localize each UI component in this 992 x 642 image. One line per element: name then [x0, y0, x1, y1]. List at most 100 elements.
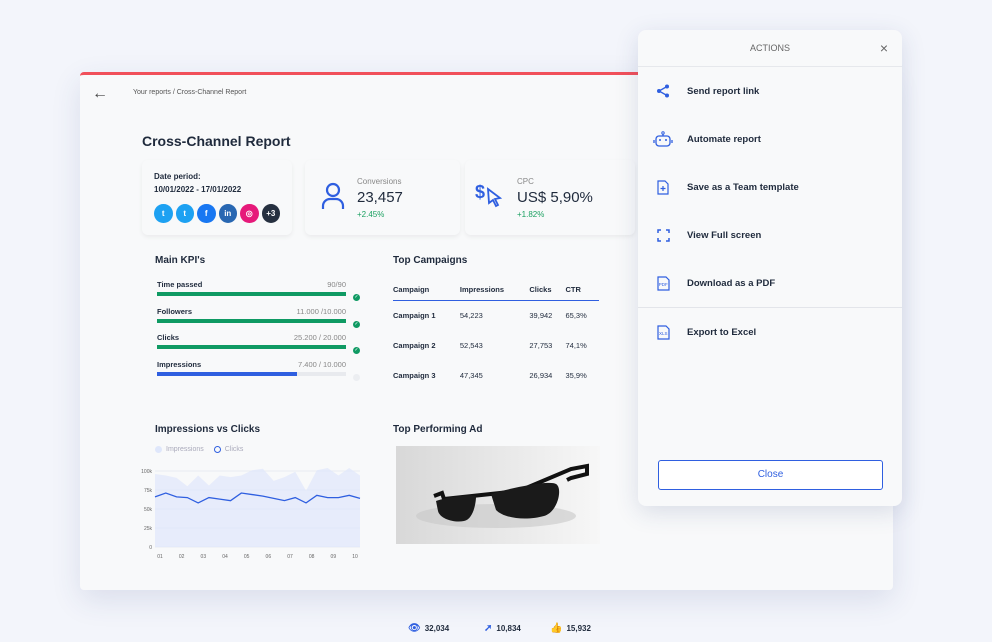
kpi-label: Clicks [157, 333, 180, 342]
action-label: Automate report [687, 133, 761, 145]
arrow-icon: ➚ [484, 623, 493, 634]
kpi-value: 23,457 [357, 189, 403, 206]
kpi-change: +1.82% [517, 210, 545, 219]
progress-fill [157, 318, 346, 323]
top-campaigns-title: Top Campaigns [393, 255, 468, 266]
column-header: Clicks [529, 280, 566, 301]
kpi-label: CPC [517, 177, 534, 186]
action-send-report-link[interactable]: Send report link [638, 71, 902, 111]
action-save-team-template[interactable]: Save as a Team template [638, 167, 902, 207]
kpi-label: Impressions [157, 359, 202, 369]
kpi-change: +2.45% [357, 210, 385, 219]
action-export-excel[interactable]: XLS Export to Excel [638, 312, 902, 352]
campaigns-table: Campaign Impressions Clicks CTR Campaign… [393, 280, 599, 390]
kpi-label: Followers [157, 306, 193, 316]
fullscreen-icon [656, 228, 670, 242]
actions-header: ACTIONS × [638, 30, 902, 67]
cell: Campaign 3 [393, 370, 436, 380]
likes-count: 15,932 [566, 624, 591, 633]
action-label: View Full screen [687, 229, 762, 241]
share-icon [657, 84, 669, 98]
kpi-cpc: $ CPC US$ 5,90% +1.82% [465, 160, 635, 235]
y-tick-label: 50k [144, 507, 153, 513]
twitter-icon: t [154, 204, 173, 223]
column-header: Impressions [459, 280, 530, 301]
cell: Campaign 2 [393, 340, 436, 350]
views-count: 32,034 [424, 624, 450, 633]
table-row: Campaign 1 54,223 39,942 65,3% [393, 300, 599, 330]
y-tick-label: 75k [144, 488, 153, 494]
pending-icon [353, 373, 360, 381]
kpi-progress-1: Followers 11.000 /10.000 [157, 307, 346, 323]
cell: 26,934 [529, 370, 553, 380]
cell: 74,1% [565, 340, 587, 350]
user-icon [321, 182, 345, 209]
impressions-area [155, 467, 360, 547]
progress-track [157, 371, 346, 376]
actions-panel: ACTIONS × Send report link Automate repor… [638, 30, 902, 506]
progress-track [157, 318, 346, 323]
x-tick-label: 01 [157, 554, 163, 560]
action-view-full-screen[interactable]: View Full screen [638, 215, 902, 255]
clicks-count: 10,834 [496, 624, 521, 633]
table-row: Campaign 2 52,543 27,753 74,1% [393, 330, 599, 360]
progress-fill [157, 345, 346, 349]
file-plus-icon [657, 179, 669, 195]
action-automate-report[interactable]: Automate report [638, 119, 902, 159]
x-tick-label: 06 [266, 554, 272, 560]
cell: 52,543 [459, 340, 483, 350]
pdf-icon: PDF [656, 275, 670, 291]
x-tick-label: 04 [222, 554, 228, 560]
x-tick-label: 10 [352, 554, 358, 560]
breadcrumb[interactable]: Your reports / Cross-Channel Report [133, 89, 246, 96]
cell: Campaign 1 [393, 310, 436, 320]
y-tick-label: 0 [149, 545, 152, 551]
legend-label: Impressions [166, 446, 204, 453]
kpi-label: Conversions [357, 177, 402, 186]
xls-icon: XLS [656, 324, 670, 340]
x-tick-label: 03 [201, 554, 207, 560]
main-kpis-title: Main KPI's [155, 255, 206, 266]
kpi-progress-0: Time passed 90/90 [157, 280, 346, 296]
close-icon[interactable]: × [880, 30, 888, 67]
legend-clicks: Clicks [213, 446, 243, 453]
top-ad-title: Top Performing Ad [393, 424, 483, 435]
progress-fill [157, 292, 346, 296]
ad-clicks: ➚ 10,834 [484, 623, 521, 634]
sunglasses-ad-image [396, 446, 600, 544]
column-header: CTR [565, 280, 599, 301]
y-tick-label: 100k [141, 469, 152, 475]
action-label: Send report link [687, 85, 760, 97]
y-tick-label: 25k [144, 526, 153, 532]
more-channels-badge: +3 [261, 204, 280, 223]
cell: 54,223 [459, 310, 483, 320]
kpi-value: 25.200 / 20.000 [293, 333, 346, 342]
check-icon: ✓ [353, 347, 360, 354]
x-tick-label: 02 [179, 554, 185, 560]
impressions-clicks-chart: 0 25k 50k 75k 100k 01 02 03 04 05 06 07 08 09 10 [141, 467, 361, 560]
cell: 39,942 [529, 310, 553, 320]
action-label: Save as a Team template [687, 181, 799, 193]
page-title: Cross-Channel Report [142, 133, 291, 149]
back-arrow-icon[interactable]: ← [92, 85, 108, 103]
x-tick-label: 05 [244, 554, 250, 560]
svg-text:XLS: XLS [659, 331, 668, 336]
cell: 47,345 [459, 370, 483, 380]
svg-text:$: $ [475, 182, 485, 202]
action-download-pdf[interactable]: PDF Download as a PDF [638, 263, 902, 303]
thumbs-up-icon: 👍 [550, 623, 563, 634]
kpi-value: 7.400 / 10.000 [298, 359, 346, 369]
twitter-ads-icon: t [175, 204, 194, 223]
column-header: Campaign [393, 280, 460, 301]
svg-text:PDF: PDF [658, 282, 667, 287]
kpi-progress-3: Impressions 7.400 / 10.000 [157, 360, 346, 376]
robot-icon [653, 131, 673, 147]
close-button[interactable]: Close [658, 460, 883, 490]
divider [638, 307, 902, 308]
cell: 65,3% [565, 310, 587, 320]
x-tick-label: 08 [309, 554, 315, 560]
eye-icon: 👁 [408, 623, 421, 634]
kpi-label: Time passed [157, 280, 203, 289]
progress-track [157, 292, 346, 296]
date-period-value: 10/01/2022 - 17/01/2022 [154, 185, 242, 194]
